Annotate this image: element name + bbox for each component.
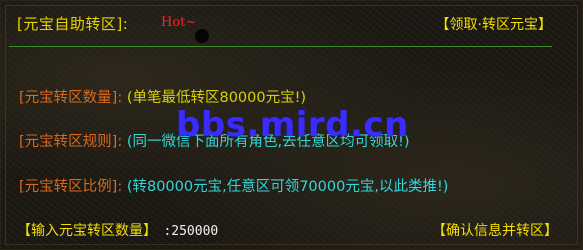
rule-value-amount: (单笔最低转区80000元宝!) [126, 90, 307, 106]
panel-frame [5, 5, 578, 245]
confirm-transfer-link[interactable]: 【确认信息并转区】 [432, 220, 558, 240]
hot-tag: Hot~ [161, 15, 197, 30]
claim-transfer-link[interactable]: 【领取·转区元宝】 [436, 14, 552, 34]
rule-label-amount: [元宝转区数量]: [19, 90, 123, 106]
rule-value-ratio: (转80000元宝,任意区可领70000元宝,以此类推!) [126, 179, 449, 195]
rule-row-amount: [元宝转区数量]: (单笔最低转区80000元宝!) [19, 86, 306, 107]
rule-row-rules: [元宝转区规则]: (同一微信下面所有角色,去任意区均可领取!) [19, 130, 410, 151]
transfer-amount-value: :250000 [163, 224, 219, 239]
rule-label-ratio: [元宝转区比例]: [19, 179, 123, 195]
transfer-amount-row: 【输入元宝转区数量】 :250000 [17, 220, 218, 240]
rule-label-rules: [元宝转区规则]: [19, 134, 123, 150]
rule-value-rules: (同一微信下面所有角色,去任意区均可领取!) [126, 134, 410, 150]
panel-title: [元宝自助转区]: [17, 15, 129, 33]
cursor-icon [195, 29, 209, 43]
header-divider [9, 46, 552, 47]
transfer-panel: [元宝自助转区]: Hot~ 【领取·转区元宝】 [元宝转区数量]: (单笔最低… [0, 0, 583, 250]
rule-row-ratio: [元宝转区比例]: (转80000元宝,任意区可领70000元宝,以此类推!) [19, 175, 448, 196]
transfer-amount-input-button[interactable]: 【输入元宝转区数量】 [17, 223, 157, 239]
